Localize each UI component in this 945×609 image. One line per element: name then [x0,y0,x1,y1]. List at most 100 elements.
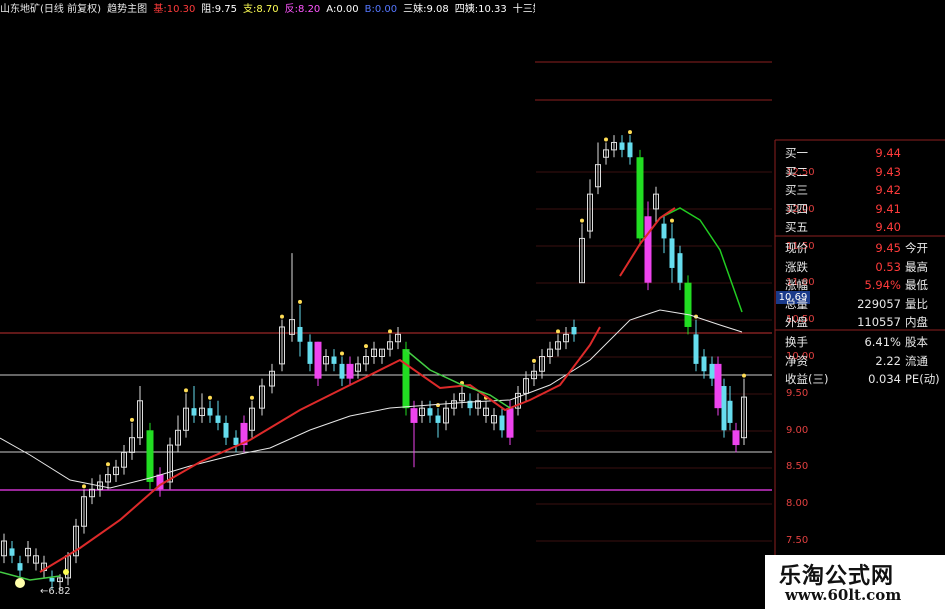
indicator-name: 趋势主图 [107,4,148,15]
candle-body [727,400,733,423]
candle-body [732,430,740,446]
high-dot [628,130,632,135]
quote-label: 买一 [785,146,808,160]
candle-body [506,408,514,438]
header-item-value: 10.30 [166,4,196,15]
quote-row: 现价 9.45 今开 [778,239,945,257]
quote-right-label: PE(动) [905,372,940,386]
quote-label: 换手 [785,335,808,349]
candle-body [499,415,505,431]
candle-body [427,408,433,416]
high-dot [130,417,134,422]
quote-label: 外盘 [785,315,808,329]
header-item: 支:8.70 [243,4,282,15]
header-item-label: B: [364,4,375,15]
quote-right-label: 最高 [905,259,928,274]
high-dot [250,395,254,400]
candle-body [619,142,625,150]
high-dot [388,329,392,334]
quote-right-label: 股本 [905,335,928,349]
candle-body [223,422,229,438]
candle-body [346,363,354,379]
quote-value: 5.94% [864,278,901,292]
header-mask [0,18,535,140]
header-item: 反:8.20 [285,4,324,15]
high-dot [280,314,284,319]
high-dot [82,484,86,489]
quote-label: 现价 [785,241,808,255]
header-item-label: 支: [243,4,257,15]
header-item: 三妹:9.08 [403,4,452,15]
candle-body [714,363,722,409]
candle-body [49,577,55,582]
candle-body [677,253,683,283]
candle-body [644,216,652,283]
quote-row: 收益(三) 0.034 PE(动) [778,370,945,388]
low-marker [63,569,69,575]
header-item-value: 9.75 [214,4,238,15]
candle-body [435,415,441,423]
quote-label: 总量 [785,296,808,311]
quote-value: 9.42 [875,183,901,197]
header-item-label: 反: [284,4,299,15]
candle-body [410,408,418,423]
quote-right-label: 内盘 [905,315,928,329]
header-item: 四姨:10.33 [455,4,510,15]
quote-label: 涨幅 [785,278,808,292]
quote-right-label: 流通 [905,353,928,368]
quote-label: 净资 [785,353,808,368]
quote-value: 9.41 [875,201,901,216]
price-axis-label: 7.50 [786,535,809,546]
quote-row: 买五 9.40 [778,218,945,236]
ma-white [0,309,743,489]
candle-body [693,334,699,364]
header-item-label: 四姨: [454,4,479,15]
candle-body [684,282,692,327]
quote-label: 买四 [785,201,808,216]
quote-right-label: 最低 [905,278,928,292]
candle-body [636,157,644,239]
quote-value: 229057 [857,296,901,311]
candle-body [402,349,410,409]
quote-value: 110557 [857,315,901,329]
quote-right-label: 量比 [905,296,928,311]
header-item-value: 8.20 [298,4,321,15]
header-item: 阻:9.75 [201,4,240,15]
candle-body [146,430,154,482]
candle-body [627,142,633,158]
price-axis-label: 9.00 [786,424,809,436]
quote-row: 涨跌 0.53 最高 [778,258,945,276]
quote-row: 买三 9.42 [778,181,945,199]
quote-row: 总量 229057 量比 [778,295,945,313]
candle-body [709,363,715,379]
price-axis-label: 8.50 [786,461,809,473]
candle-body [721,386,727,431]
quote-row: 外盘 110557 内盘 [778,313,945,331]
high-dot [106,462,110,467]
quote-row: 涨幅 5.94% 最低 [778,276,945,294]
quote-value: 6.41% [864,335,901,349]
high-dot [556,329,560,334]
header-item-value: 0.00 [336,4,359,15]
candle-body [233,437,239,446]
high-dot [364,344,368,349]
high-dot [298,299,302,304]
low-marker [15,578,25,588]
quote-row: 买二 9.43 [778,163,945,181]
quote-right-label: 今开 [905,241,928,255]
candle-body [339,363,345,379]
high-dot [340,351,344,356]
header-item-value: 10.33 [478,4,507,15]
quote-value: 9.44 [875,146,901,160]
candle-body [207,408,213,416]
candle-body [314,341,322,379]
price-axis-label: 9.50 [786,387,809,399]
quote-row: 买一 9.44 [778,144,945,162]
header-item-value: 0.00 [374,4,398,15]
price-axis-label: 8.00 [786,498,809,510]
header-item: A:0.00 [326,4,361,15]
high-dot [604,137,608,142]
header-item-label: 十三妹: [512,4,535,15]
watermark-url: www.60lt.com [785,586,902,604]
header-item: B:0.00 [365,4,401,15]
